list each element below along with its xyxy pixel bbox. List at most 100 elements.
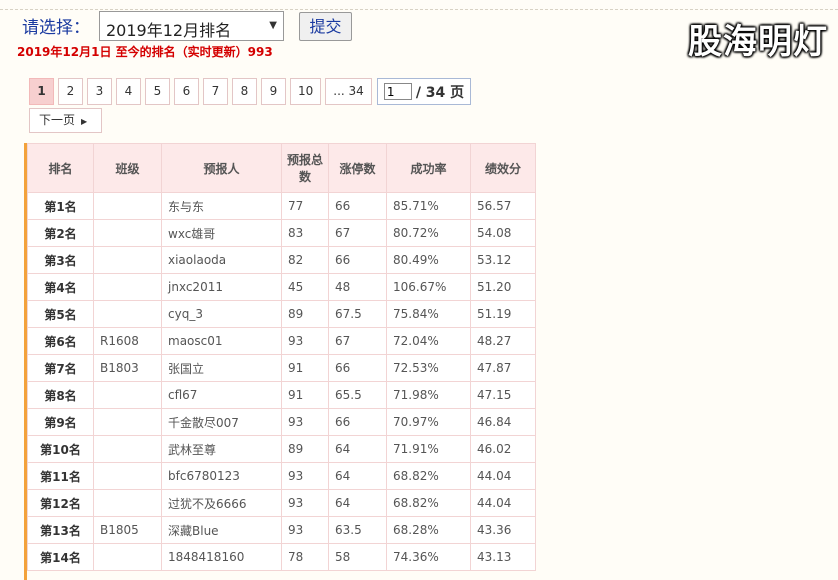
total-cell: 93 [281, 489, 329, 517]
limit-up-cell: 66 [328, 354, 387, 382]
class-cell: B1803 [93, 354, 162, 382]
limit-up-cell: 66 [328, 246, 387, 274]
success-rate-cell: 68.82% [386, 462, 471, 490]
limit-up-cell: 48 [328, 273, 387, 301]
class-cell [93, 273, 162, 301]
forecaster-cell: bfc6780123 [161, 462, 282, 490]
page-link[interactable]: 3 [87, 78, 112, 105]
total-cell: 89 [281, 435, 329, 463]
total-cell: 89 [281, 300, 329, 328]
score-cell: 46.02 [470, 435, 536, 463]
class-cell [93, 408, 162, 436]
limit-up-cell: 65.5 [328, 381, 387, 409]
limit-up-cell: 64 [328, 435, 387, 463]
page-link[interactable]: 8 [232, 78, 257, 105]
success-rate-cell: 72.04% [386, 327, 471, 355]
forecaster-cell: maosc01 [161, 327, 282, 355]
success-rate-cell: 74.36% [386, 543, 471, 571]
table-row: 第10名 武林至尊 89 64 71.91% 46.02 [27, 435, 536, 463]
total-cell: 93 [281, 408, 329, 436]
col-header-forecaster: 预报人 [161, 143, 282, 193]
select-label: 请选择： [22, 18, 90, 38]
submit-button[interactable]: 提交 [299, 12, 352, 41]
next-page-label: 下一页 [39, 113, 76, 127]
limit-up-cell: 66 [328, 192, 387, 220]
score-cell: 44.04 [470, 489, 536, 517]
total-cell: 93 [281, 462, 329, 490]
total-cell: 83 [281, 219, 329, 247]
score-cell: 53.12 [470, 246, 536, 274]
page-link[interactable]: 6 [174, 78, 199, 105]
col-header-success-rate: 成功率 [386, 143, 471, 193]
score-cell: 51.19 [470, 300, 536, 328]
top-divider [0, 9, 838, 10]
success-rate-cell: 70.97% [386, 408, 471, 436]
score-cell: 47.87 [470, 354, 536, 382]
class-cell [93, 219, 162, 247]
forecaster-cell: 千金散尽007 [161, 408, 282, 436]
success-rate-cell: 71.91% [386, 435, 471, 463]
rank-cell: 第3名 [27, 246, 94, 274]
success-rate-cell: 80.72% [386, 219, 471, 247]
class-cell [93, 543, 162, 571]
score-cell: 48.27 [470, 327, 536, 355]
page-link[interactable]: 1 [29, 78, 54, 105]
page-link[interactable]: 2 [58, 78, 83, 105]
caret-right-icon: ▶ [81, 117, 88, 126]
next-page-button[interactable]: 下一页 ▶ [29, 108, 102, 133]
forecaster-cell: 过犹不及6666 [161, 489, 282, 517]
class-cell [93, 381, 162, 409]
rank-cell: 第13名 [27, 516, 94, 544]
score-cell: 56.57 [470, 192, 536, 220]
forecaster-cell: 东与东 [161, 192, 282, 220]
limit-up-cell: 67 [328, 327, 387, 355]
page-link[interactable]: 9 [261, 78, 286, 105]
class-cell: R1608 [93, 327, 162, 355]
score-cell: 43.13 [470, 543, 536, 571]
limit-up-cell: 63.5 [328, 516, 387, 544]
table-row: 第13名 B1805 深藏Blue 93 63.5 68.28% 43.36 [27, 516, 536, 544]
month-select[interactable]: 2019年12月排名 ▼ [99, 11, 284, 41]
page-link[interactable]: 4 [116, 78, 141, 105]
table-row: 第12名 过犹不及6666 93 64 68.82% 44.04 [27, 489, 536, 517]
class-cell [93, 300, 162, 328]
rank-cell: 第4名 [27, 273, 94, 301]
total-cell: 93 [281, 516, 329, 544]
rank-cell: 第6名 [27, 327, 94, 355]
limit-up-cell: 67 [328, 219, 387, 247]
class-cell [93, 246, 162, 274]
success-rate-cell: 80.49% [386, 246, 471, 274]
page-link[interactable]: 7 [203, 78, 228, 105]
forecaster-cell: xiaolaoda [161, 246, 282, 274]
success-rate-cell: 85.71% [386, 192, 471, 220]
total-cell: 91 [281, 354, 329, 382]
forecaster-cell: 深藏Blue [161, 516, 282, 544]
table-row: 第1名 东与东 77 66 85.71% 56.57 [27, 192, 536, 220]
score-cell: 54.08 [470, 219, 536, 247]
page-total: / 34 页 [415, 84, 465, 101]
table-row: 第11名 bfc6780123 93 64 68.82% 44.04 [27, 462, 536, 490]
rank-cell: 第14名 [27, 543, 94, 571]
table-row: 第6名 R1608 maosc01 93 67 72.04% 48.27 [27, 327, 536, 355]
page-link-last[interactable]: ... 34 [325, 78, 372, 105]
page-input[interactable] [383, 83, 412, 100]
forecaster-cell: 武林至尊 [161, 435, 282, 463]
page-link[interactable]: 5 [145, 78, 170, 105]
class-cell [93, 192, 162, 220]
forecaster-cell: cyq_3 [161, 300, 282, 328]
forecaster-cell: cfl67 [161, 381, 282, 409]
page-link[interactable]: 10 [290, 78, 322, 105]
rank-cell: 第1名 [27, 192, 94, 220]
month-select-value: 2019年12月排名 [106, 21, 232, 40]
total-cell: 91 [281, 381, 329, 409]
rank-cell: 第11名 [27, 462, 94, 490]
limit-up-cell: 58 [328, 543, 387, 571]
table-row: 第4名 jnxc2011 45 48 106.67% 51.20 [27, 273, 536, 301]
score-cell: 51.20 [470, 273, 536, 301]
score-cell: 47.15 [470, 381, 536, 409]
forecaster-cell: 张国立 [161, 354, 282, 382]
rank-cell: 第12名 [27, 489, 94, 517]
page-jump: / 34 页 [376, 78, 472, 105]
ranking-table: 排名 班级 预报人 预报总数 涨停数 成功率 绩效分 第1名 东与东 77 66 85.… [27, 143, 536, 571]
class-cell [93, 435, 162, 463]
